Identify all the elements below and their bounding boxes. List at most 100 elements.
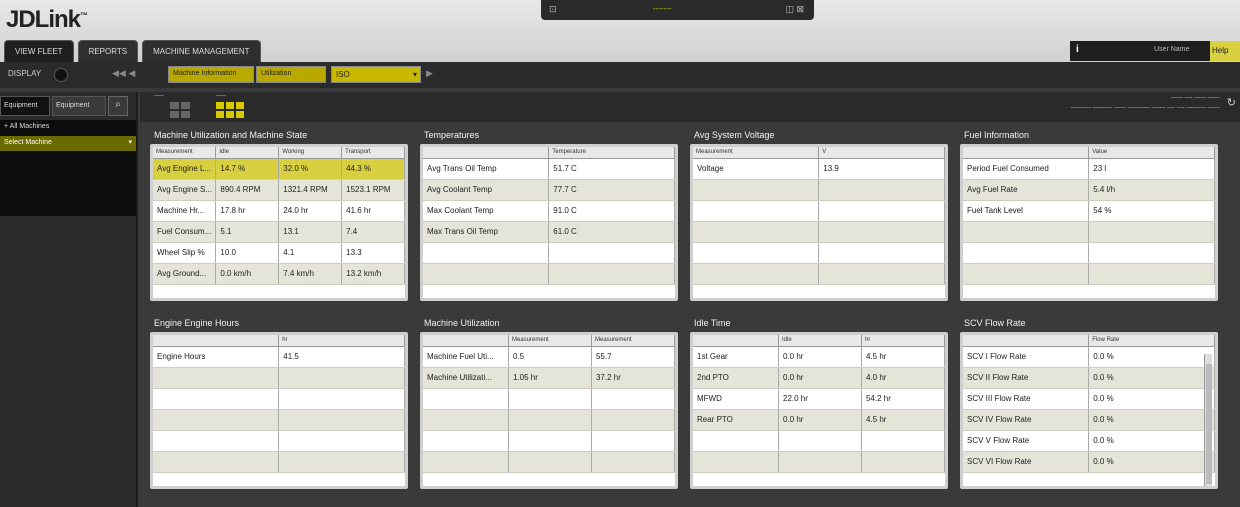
window-control-icons[interactable]: ◫ ⊠ <box>785 4 804 15</box>
unit-select[interactable]: ISO ▾ <box>331 66 421 83</box>
table-cell <box>548 242 675 264</box>
column-header[interactable] <box>423 335 509 347</box>
table-row[interactable] <box>963 242 1215 264</box>
window-icon[interactable]: ⊡ <box>549 4 557 15</box>
column-header[interactable]: Transport <box>341 147 405 159</box>
table-row[interactable] <box>423 409 675 431</box>
table-row[interactable]: Machine Fuel Uti... 0.5 55.7 <box>423 346 675 368</box>
column-header[interactable]: Flow Rate <box>1088 335 1215 347</box>
prev-arrows-icon[interactable]: ◀◀ ◀ <box>112 68 135 79</box>
table-row[interactable]: Max Trans Oil Temp 61.0 C <box>423 221 675 243</box>
table-row[interactable] <box>693 430 945 452</box>
table-row[interactable]: Avg Ground... 0.0 km/h 7.4 km/h 13.2 km/h <box>153 263 405 285</box>
table-row[interactable]: Avg Trans Oil Temp 51.7 C <box>423 158 675 180</box>
column-header[interactable]: Value <box>1088 147 1215 159</box>
table-row[interactable] <box>693 179 945 201</box>
table-row[interactable]: Avg Fuel Rate 5.4 l/h <box>963 179 1215 201</box>
table-row[interactable] <box>963 221 1215 243</box>
column-header[interactable]: hr <box>861 335 945 347</box>
table-row[interactable] <box>153 367 405 389</box>
machine-information-chip[interactable]: Machine Information <box>168 66 254 83</box>
table-row[interactable]: SCV VI Flow Rate 0.0 % <box>963 451 1215 473</box>
layout-label-1: ----- <box>154 93 164 99</box>
table-row[interactable]: Engine Hours 41.5 <box>153 346 405 368</box>
tab-reports[interactable]: REPORTS <box>77 40 139 62</box>
table-row[interactable]: 2nd PTO 0.0 hr 4.0 hr <box>693 367 945 389</box>
table-row[interactable]: Fuel Consum... 5.1 13.1 7.4 <box>153 221 405 243</box>
table-row[interactable]: MFWD 22.0 hr 54.2 hr <box>693 388 945 410</box>
column-header[interactable] <box>963 335 1090 347</box>
grid-2x2-icon[interactable] <box>170 102 190 118</box>
table-row[interactable] <box>423 451 675 473</box>
panel-table-container: Idle hr 1st Gear 0.0 hr 4.5 hr 2nd PTO 0.0 hr 4… <box>690 332 948 489</box>
table-row[interactable] <box>423 430 675 452</box>
column-header[interactable] <box>423 147 550 159</box>
table-row[interactable] <box>963 263 1215 285</box>
table-cell: 5.4 l/h <box>1088 179 1215 201</box>
sidebar-item-selected-machine[interactable]: Select Machine ▾ <box>0 136 136 151</box>
table-row[interactable] <box>693 200 945 222</box>
search-icon[interactable]: ⌕ <box>108 96 128 116</box>
column-header[interactable] <box>963 147 1090 159</box>
tab-view-fleet[interactable]: VIEW FLEET <box>4 40 74 62</box>
grid-3x2-icon[interactable] <box>216 102 244 118</box>
table-row[interactable] <box>423 263 675 285</box>
column-header[interactable]: Idle <box>778 335 862 347</box>
column-header[interactable] <box>153 335 280 347</box>
table-row[interactable]: Wheel Slip % 10.0 4.1 13.3 <box>153 242 405 264</box>
table-row[interactable] <box>693 221 945 243</box>
panel-3: Fuel Information Value Period Fuel Consume… <box>960 128 1218 301</box>
column-header[interactable]: Temperature <box>548 147 675 159</box>
table-row[interactable] <box>153 430 405 452</box>
table-row[interactable]: Period Fuel Consumed 23 l <box>963 158 1215 180</box>
table-row[interactable]: Voltage 13.9 <box>693 158 945 180</box>
column-header[interactable]: V <box>818 147 945 159</box>
table-row[interactable]: SCV III Flow Rate 0.0 % <box>963 388 1215 410</box>
table-row[interactable] <box>423 242 675 264</box>
refresh-icon[interactable]: ↻ <box>1227 96 1236 109</box>
table-row[interactable]: Machine Utilizati... 1.05 hr 37.2 hr <box>423 367 675 389</box>
scrollbar-thumb[interactable] <box>1206 364 1212 484</box>
table-row[interactable] <box>153 451 405 473</box>
scrollbar[interactable] <box>1204 354 1212 486</box>
column-header[interactable]: Working <box>278 147 343 159</box>
table-row[interactable]: Avg Engine L... 14.7 % 32.0 % 44.3 % <box>153 158 405 180</box>
panel-table-container: Temperature Avg Trans Oil Temp 51.7 C Avg C… <box>420 144 678 301</box>
table-row[interactable] <box>693 451 945 473</box>
table-row[interactable] <box>693 242 945 264</box>
column-header[interactable] <box>693 335 779 347</box>
table-row[interactable]: Rear PTO 0.0 hr 4.5 hr <box>693 409 945 431</box>
table-row[interactable]: Avg Coolant Temp 77.7 C <box>423 179 675 201</box>
table-row[interactable]: Fuel Tank Level 54 % <box>963 200 1215 222</box>
column-header[interactable]: Measurement <box>693 147 820 159</box>
table-row[interactable]: SCV IV Flow Rate 0.0 % <box>963 409 1215 431</box>
column-header[interactable]: Measurement <box>153 147 217 159</box>
table-row[interactable]: Machine Hr... 17.8 hr 24.0 hr 41.6 hr <box>153 200 405 222</box>
table-row[interactable]: SCV I Flow Rate 0.0 % <box>963 346 1215 368</box>
table-row[interactable] <box>153 388 405 410</box>
table-row[interactable] <box>693 263 945 285</box>
table-row[interactable]: Avg Engine S... 890.4 RPM 1321.4 RPM 1523.1… <box>153 179 405 201</box>
help-button[interactable]: Help <box>1210 41 1240 61</box>
table-row[interactable] <box>153 409 405 431</box>
column-header[interactable]: hr <box>278 335 405 347</box>
utilization-chip[interactable]: Utilization <box>256 66 326 83</box>
table-row[interactable]: 1st Gear 0.0 hr 4.5 hr <box>693 346 945 368</box>
table-cell: 4.1 <box>278 242 343 264</box>
sidebar-item-all-machines[interactable]: + All Machines <box>4 123 49 130</box>
column-header[interactable]: Idle <box>215 147 280 159</box>
display-toggle[interactable] <box>54 68 68 82</box>
table-cell: 4.5 hr <box>861 409 945 431</box>
table-row[interactable]: Max Coolant Temp 91.0 C <box>423 200 675 222</box>
tab-machine-management[interactable]: MACHINE MANAGEMENT <box>142 40 261 62</box>
table-cell: 0.0 % <box>1088 388 1215 410</box>
equipment-dropdown[interactable]: Equipment <box>52 96 106 116</box>
table-row[interactable]: SCV V Flow Rate 0.0 % <box>963 430 1215 452</box>
next-arrow-icon[interactable]: ▶ <box>426 68 433 79</box>
column-header[interactable]: Measurement <box>508 335 592 347</box>
table-row[interactable]: SCV II Flow Rate 0.0 % <box>963 367 1215 389</box>
table-row[interactable] <box>423 388 675 410</box>
info-icon[interactable]: i <box>1076 44 1079 55</box>
equipment-button[interactable]: Equipment <box>0 96 50 116</box>
column-header[interactable]: Measurement <box>591 335 675 347</box>
